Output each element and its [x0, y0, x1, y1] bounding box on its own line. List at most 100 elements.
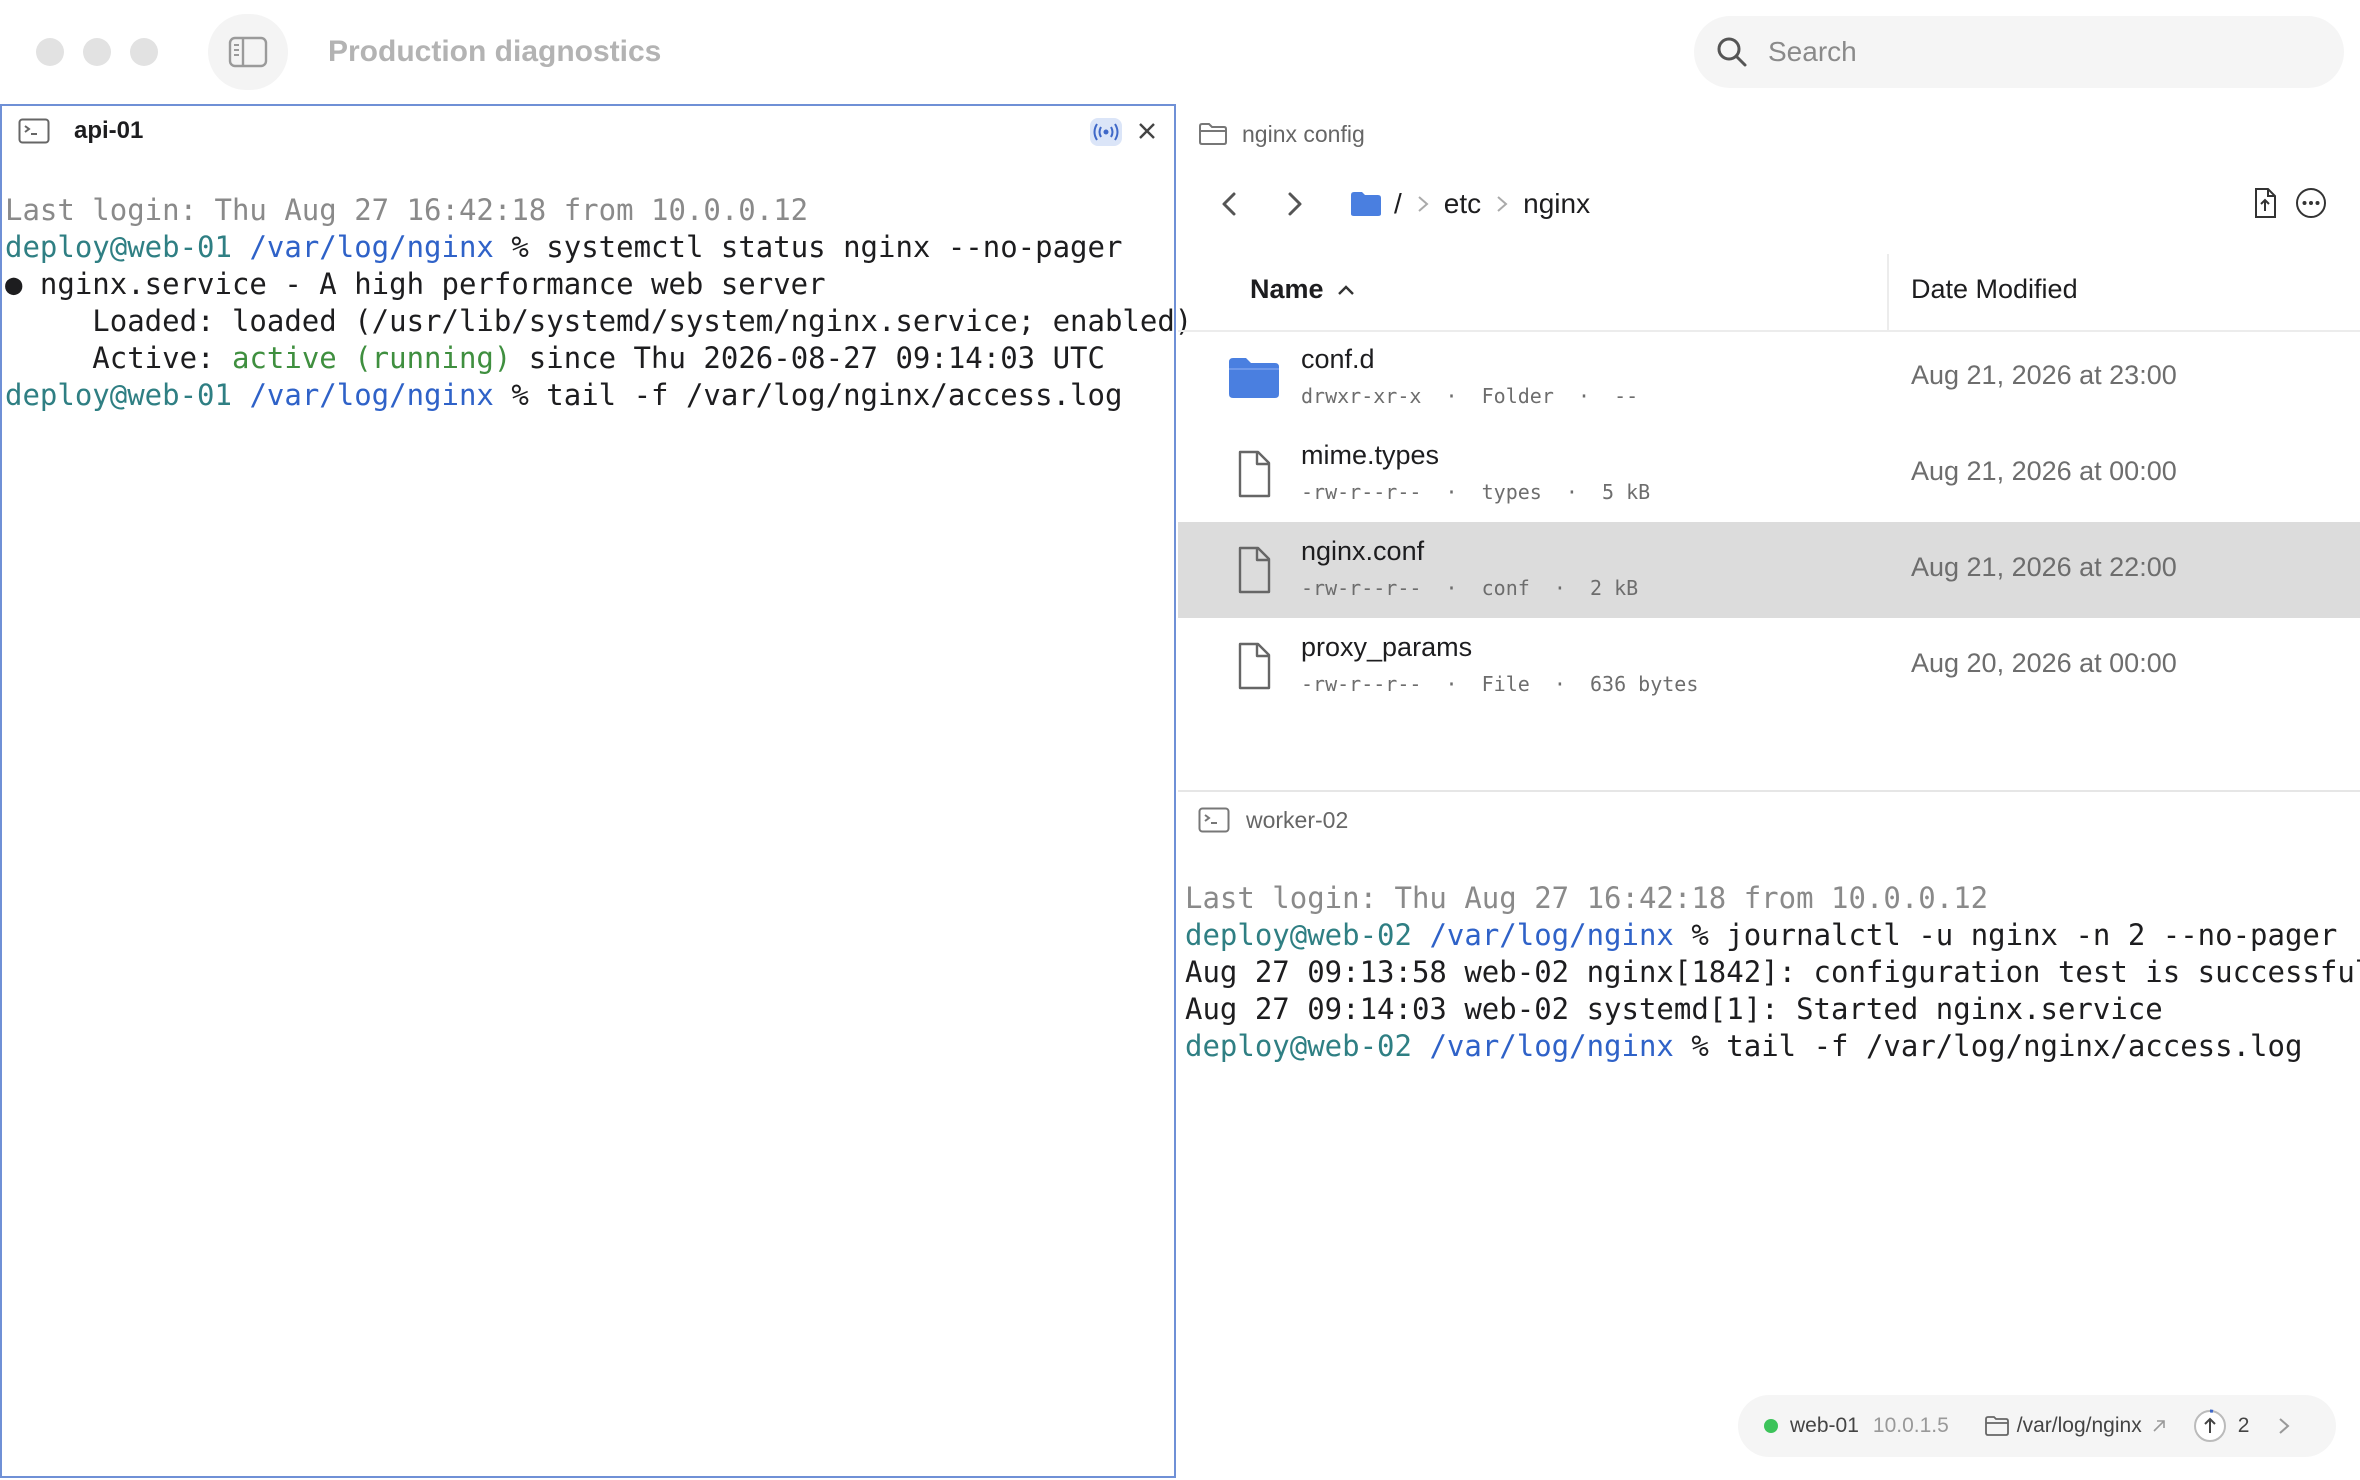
search-field[interactable] — [1694, 16, 2344, 88]
current-path-link[interactable]: /var/log/nginx — [1984, 1414, 2166, 1438]
terminal-text: Last login: Thu Aug 27 16:42:18 from 10.… — [5, 193, 809, 227]
terminal-line: Loaded: loaded (/usr/lib/systemd/system/… — [5, 303, 1192, 340]
breadcrumb-item-root[interactable]: / — [1394, 188, 1402, 220]
file-row-mime-types[interactable]: mime.types -rw-r--r-- · types · 5 kB Aug… — [1178, 426, 2360, 522]
file-date: Aug 20, 2026 at 00:00 — [1911, 648, 2177, 678]
terminal-line: Aug 27 09:13:58 web-02 nginx[1842]: conf… — [1185, 954, 2360, 991]
close-icon[interactable] — [1136, 120, 1158, 142]
folder-icon[interactable] — [1350, 191, 1382, 217]
terminal-text: % systemctl status nginx --no-pager — [493, 230, 1123, 264]
pane-header: nginx config — [1198, 114, 1365, 154]
host-ip: 10.0.1.5 — [1872, 1414, 1949, 1437]
host-name[interactable]: web-01 — [1790, 1414, 1859, 1438]
file-name: proxy_params — [1301, 632, 1473, 662]
terminal-output[interactable]: Last login: Thu Aug 27 16:42:18 from 10.… — [1185, 880, 2360, 1065]
folder-outline-icon — [1984, 1416, 2009, 1436]
external-link-icon — [2153, 1420, 2165, 1432]
window-title: Production diagnostics — [328, 35, 662, 68]
breadcrumb-item-nginx[interactable]: nginx — [1523, 188, 1590, 220]
terminal-text: /var/log/nginx — [231, 378, 494, 412]
document-icon — [1238, 450, 1271, 498]
current-path: /var/log/nginx — [2016, 1414, 2142, 1437]
forward-icon[interactable] — [1278, 188, 1310, 220]
terminal-pane-worker-02[interactable]: worker-02 Last login: Thu Aug 27 16:42:1… — [1178, 790, 2360, 1480]
terminal-text: Aug 27 09:13:58 web-02 nginx[1842]: conf… — [1185, 955, 2360, 989]
terminal-line: Last login: Thu Aug 27 16:42:18 from 10.… — [1185, 880, 2360, 917]
file-name: mime.types — [1301, 440, 1440, 470]
terminal-text: active (running) — [231, 341, 512, 375]
terminal-text: deploy@web-02 — [1185, 918, 1412, 952]
file-date: Aug 21, 2026 at 23:00 — [1911, 360, 2177, 390]
upload-file-icon[interactable] — [2248, 186, 2282, 220]
terminal-line: deploy@web-02 /var/log/nginx % tail -f /… — [1185, 1028, 2360, 1065]
online-status-dot — [1764, 1419, 1778, 1433]
terminal-pane-api-01[interactable]: api-01 Last login: Thu Aug 27 16:42:18 f… — [0, 104, 1192, 1478]
terminal-line: Active: active (running) since Thu 2026-… — [5, 340, 1192, 377]
back-icon[interactable] — [1214, 188, 1246, 220]
file-row-nginx-conf[interactable]: nginx.conf -rw-r--r-- · conf · 2 kB Aug … — [1178, 522, 2360, 618]
more-options-icon[interactable] — [2294, 186, 2328, 220]
breadcrumb-item-etc[interactable]: etc — [1444, 188, 1481, 220]
sidebar-icon — [228, 36, 268, 68]
file-meta: -rw-r--r-- · types · 5 kB — [1301, 480, 1651, 504]
terminal-text: Aug 27 09:14:03 web-02 systemd[1]: Start… — [1185, 992, 2163, 1026]
file-meta: -rw-r--r-- · conf · 2 kB — [1301, 576, 1639, 600]
terminal-text: % tail -f /var/log/nginx/access.log — [493, 378, 1123, 412]
pane-title: worker-02 — [1246, 806, 1349, 833]
terminal-output[interactable]: Last login: Thu Aug 27 16:42:18 from 10.… — [5, 192, 1192, 414]
chevron-right-icon[interactable] — [2277, 1416, 2291, 1436]
column-header: Name Date Modified — [1178, 254, 2360, 332]
terminal-text: since Thu 2026-08-27 09:14:03 UTC — [511, 341, 1105, 375]
terminal-line: ● nginx.service - A high performance web… — [5, 266, 1192, 303]
terminal-line: Aug 27 09:14:03 web-02 systemd[1]: Start… — [1185, 991, 2360, 1028]
upload-progress-icon — [2193, 1409, 2226, 1442]
file-browser-pane: nginx config / etc nginx Name Date Modif… — [1178, 104, 2360, 792]
terminal-line: Last login: Thu Aug 27 16:42:18 from 10.… — [5, 192, 1192, 229]
terminal-text: Active: — [5, 341, 232, 375]
terminal-text: Loaded: loaded (/usr/lib/systemd/system/… — [5, 304, 1193, 338]
terminal-icon — [18, 118, 50, 144]
folder-outline-icon — [1199, 123, 1227, 145]
file-name: nginx.conf — [1301, 536, 1425, 566]
file-row-conf-d[interactable]: conf.d drwxr-xr-x · Folder · -- Aug 21, … — [1178, 330, 2360, 426]
terminal-text: Last login: Thu Aug 27 16:42:18 from 10.… — [1185, 881, 1989, 915]
column-date-header[interactable]: Date Modified — [1911, 274, 2078, 305]
terminal-text: /var/log/nginx — [231, 230, 494, 264]
terminal-line: deploy@web-01 /var/log/nginx % tail -f /… — [5, 377, 1192, 414]
navigation-bar: / etc nginx — [1178, 176, 2360, 232]
file-name: conf.d — [1301, 344, 1375, 374]
file-date: Aug 21, 2026 at 00:00 — [1911, 456, 2177, 486]
terminal-line: deploy@web-02 /var/log/nginx % journalct… — [1185, 917, 2360, 954]
terminal-text: deploy@web-01 — [5, 378, 232, 412]
folder-icon — [1229, 358, 1279, 398]
chevron-right-icon — [1497, 196, 1508, 212]
terminal-text: deploy@web-01 — [5, 230, 232, 264]
document-icon — [1238, 642, 1271, 690]
pane-title: api-01 — [74, 117, 144, 144]
column-name-label: Name — [1250, 274, 1324, 304]
upload-count: 2 — [2237, 1414, 2250, 1437]
pane-header: api-01 — [2, 106, 1174, 156]
terminal-text: % journalctl -u nginx -n 2 --no-pager — [1673, 918, 2338, 952]
title-bar: Production diagnostics — [0, 0, 2360, 104]
sidebar-toggle-button[interactable] — [208, 14, 288, 90]
file-date: Aug 21, 2026 at 22:00 — [1911, 552, 2177, 582]
file-row-proxy-params[interactable]: proxy_params -rw-r--r-- · File · 636 byt… — [1178, 618, 2360, 714]
close-window-button[interactable] — [36, 38, 64, 66]
upload-queue-button[interactable]: 2 — [2192, 1408, 2250, 1444]
column-divider[interactable] — [1887, 254, 1889, 330]
broadcast-icon[interactable] — [1090, 118, 1122, 146]
pane-header: worker-02 — [1198, 800, 1348, 840]
chevron-right-icon — [1418, 196, 1429, 212]
zoom-window-button[interactable] — [130, 38, 158, 66]
terminal-text: ● nginx.service - A high performance web… — [5, 267, 826, 301]
file-meta: drwxr-xr-x · Folder · -- — [1301, 384, 1639, 408]
session-status-bar: web-01 10.0.1.5 /var/log/nginx 2 — [1738, 1395, 2336, 1457]
column-name-header[interactable]: Name — [1250, 274, 1356, 305]
sort-ascending-icon — [1337, 284, 1354, 295]
terminal-text: deploy@web-02 — [1185, 1029, 1412, 1063]
terminal-icon — [1198, 807, 1230, 833]
search-input[interactable] — [1766, 35, 2270, 69]
minimize-window-button[interactable] — [83, 38, 111, 66]
terminal-text: /var/log/nginx — [1411, 918, 1674, 952]
